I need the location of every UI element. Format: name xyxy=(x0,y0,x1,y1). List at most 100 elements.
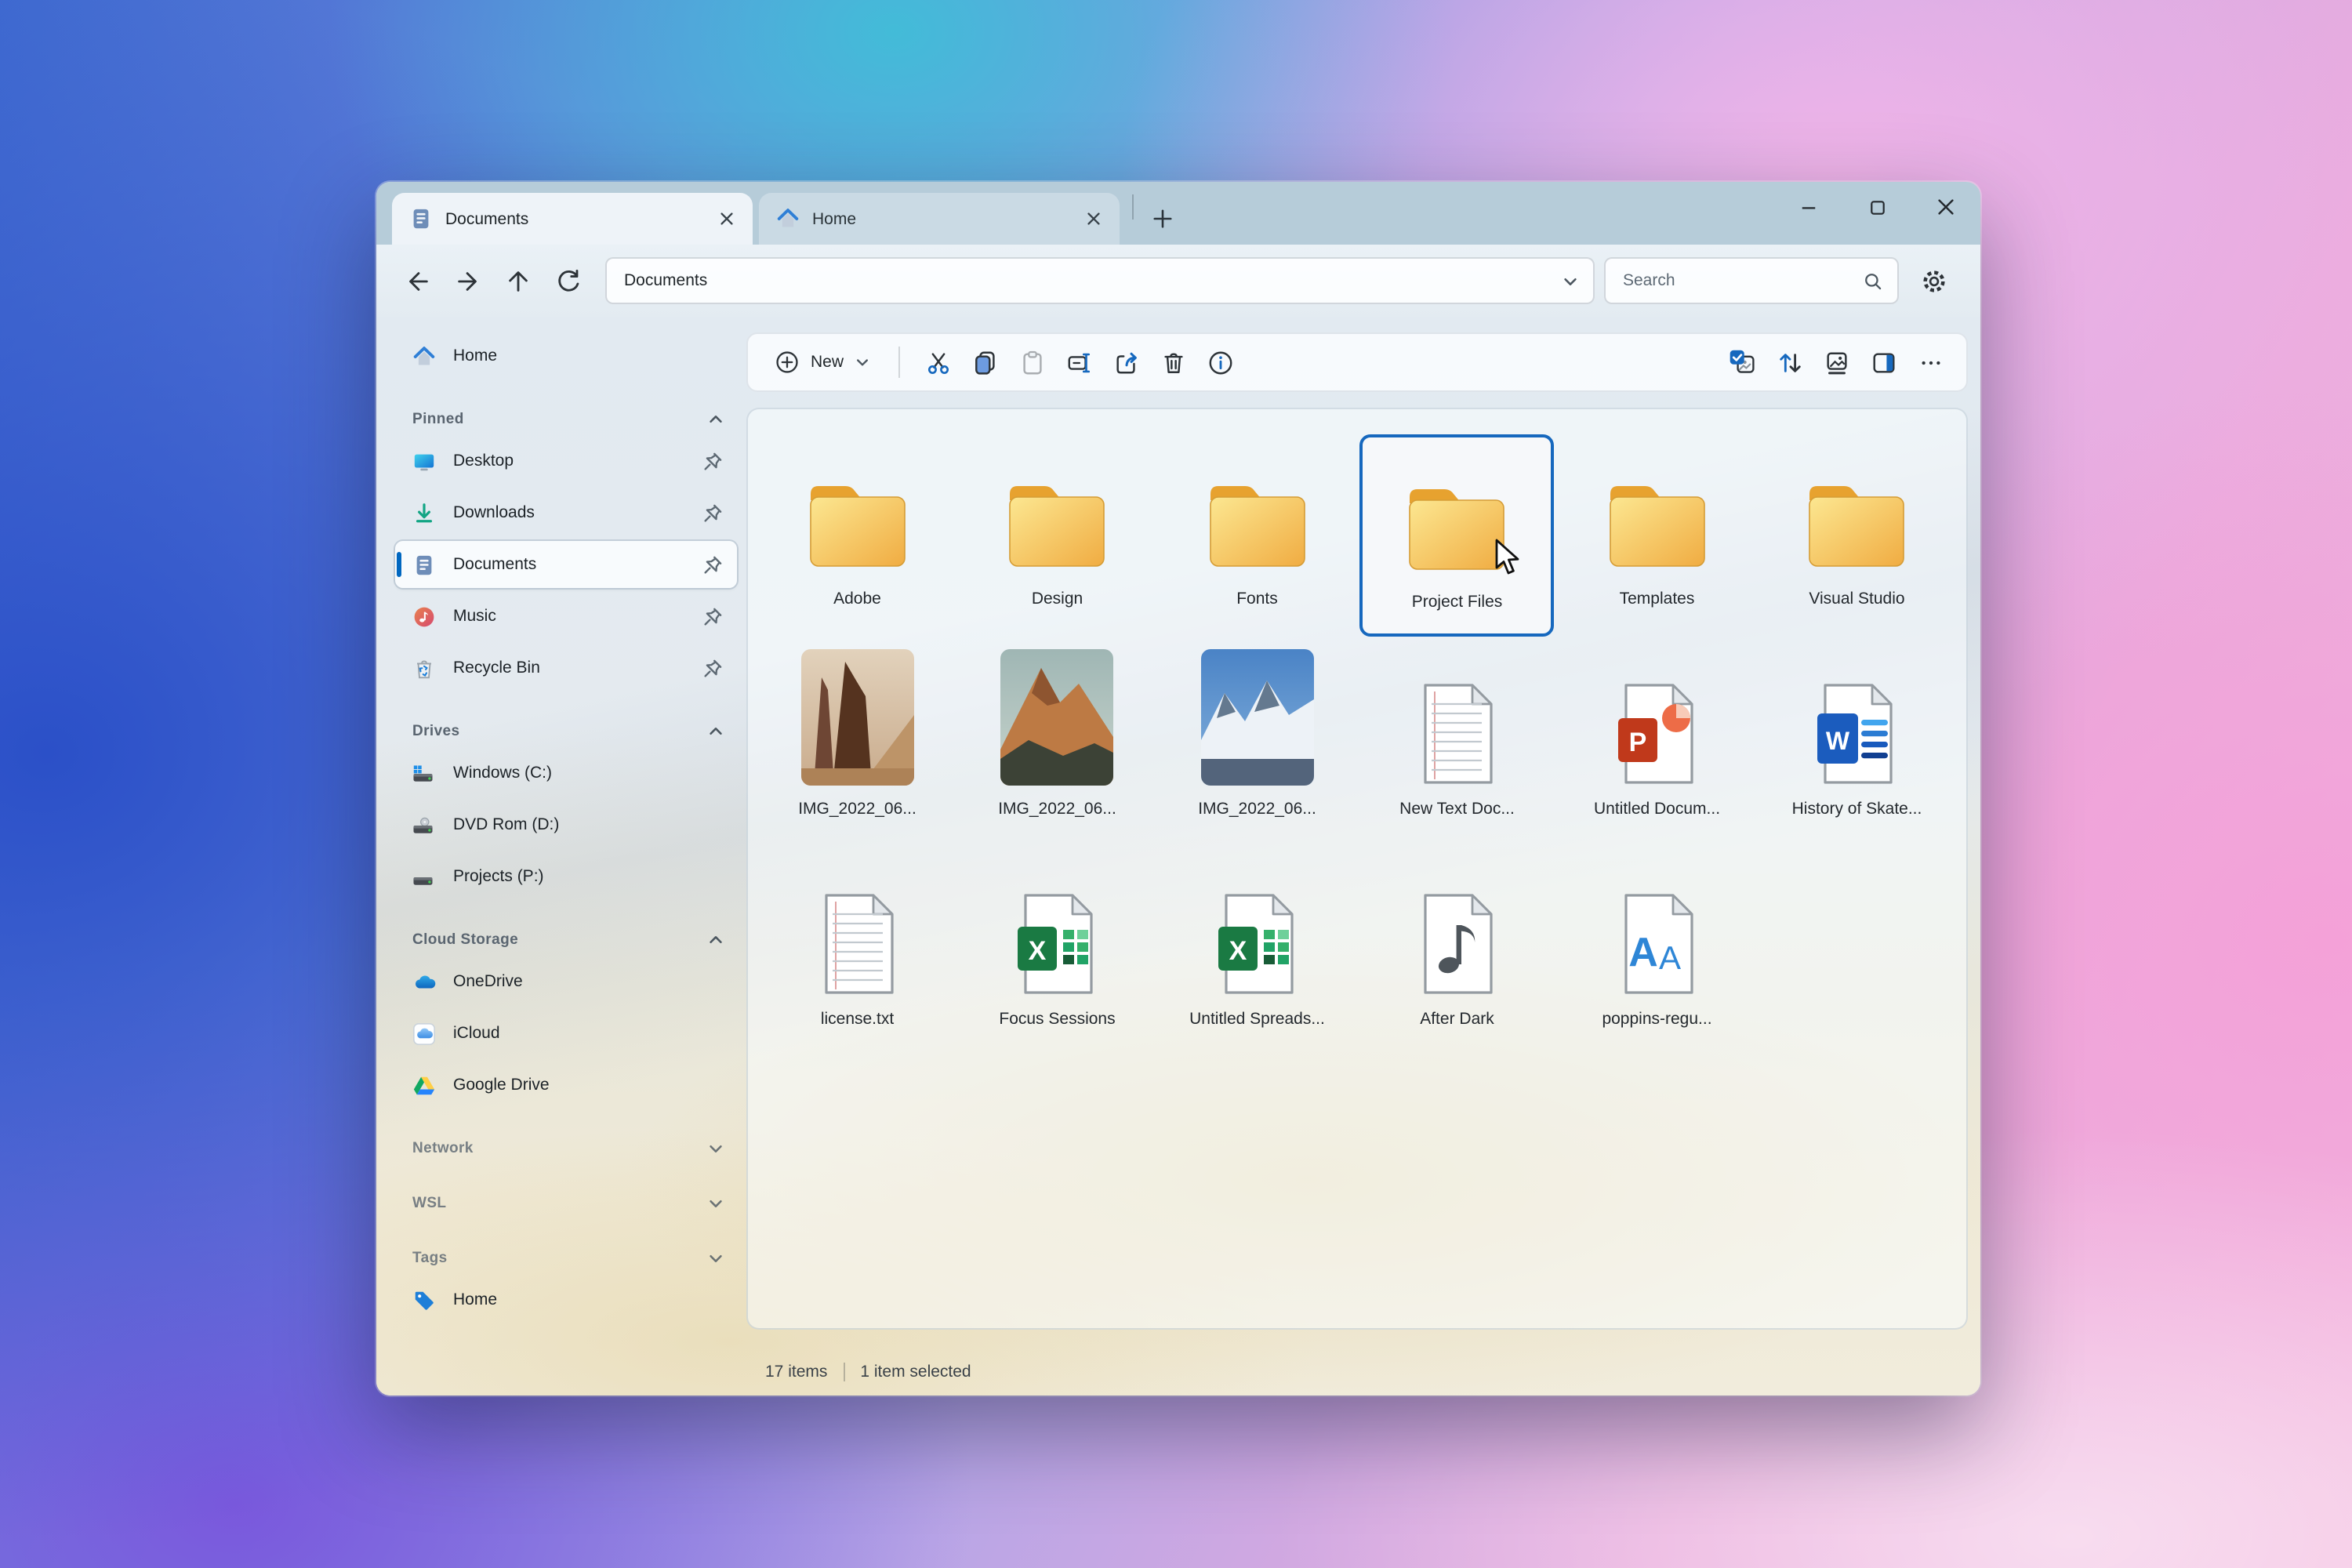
share-button[interactable] xyxy=(1102,340,1149,384)
icloud-icon xyxy=(412,1022,436,1045)
pin-icon[interactable] xyxy=(701,553,724,576)
file-item-focus-sessions[interactable]: X Focus Sessions xyxy=(960,855,1155,1057)
content-area: New xyxy=(746,317,1968,1396)
delete-button[interactable] xyxy=(1149,340,1196,384)
sidebar-item-downloads[interactable]: Downloads xyxy=(395,489,737,536)
chevron-down-icon[interactable] xyxy=(1562,272,1579,289)
new-tab-button[interactable] xyxy=(1143,199,1181,237)
file-grid: Adobe Design Fonts Project Files xyxy=(746,408,1968,1330)
tab-documents[interactable]: Documents xyxy=(392,193,753,245)
sidebar-item-google-drive[interactable]: Google Drive xyxy=(395,1062,737,1109)
copy-button[interactable] xyxy=(961,340,1008,384)
chevron-down-icon[interactable] xyxy=(707,1194,724,1211)
file-item-untitled-document[interactable]: P Untitled Docum... xyxy=(1560,644,1755,847)
maximize-button[interactable] xyxy=(1842,182,1911,232)
sidebar-section-pinned[interactable]: Pinned xyxy=(395,403,737,434)
file-item-after-dark[interactable]: After Dark xyxy=(1360,855,1555,1057)
svg-text:A: A xyxy=(1628,930,1658,975)
chevron-up-icon[interactable] xyxy=(707,931,724,948)
tab-close-icon[interactable] xyxy=(712,205,740,233)
tab-home[interactable]: Home xyxy=(759,193,1120,245)
folder-icon xyxy=(1200,478,1316,575)
file-item-visual-studio[interactable]: Visual Studio xyxy=(1760,434,1955,637)
chevron-up-icon[interactable] xyxy=(707,410,724,427)
close-button[interactable] xyxy=(1911,182,1980,232)
excel-file-icon: X xyxy=(1017,892,1098,996)
address-bar[interactable] xyxy=(605,257,1595,304)
folder-icon xyxy=(1799,478,1915,575)
minimize-button[interactable] xyxy=(1773,182,1842,232)
info-button[interactable] xyxy=(1196,340,1243,384)
search-input[interactable] xyxy=(1620,270,1863,292)
pin-icon[interactable] xyxy=(701,656,724,680)
items-count: 17 items xyxy=(765,1363,827,1381)
sort-button[interactable] xyxy=(1766,340,1813,384)
chevron-up-icon[interactable] xyxy=(707,722,724,739)
sidebar-item-windows-c[interactable]: Windows (C:) xyxy=(395,750,737,797)
tab-close-icon[interactable] xyxy=(1079,205,1107,233)
up-button[interactable] xyxy=(495,259,539,303)
more-button[interactable] xyxy=(1907,340,1954,384)
sidebar-item-home-tag[interactable]: Home xyxy=(395,1276,737,1323)
sidebar-section-tags[interactable]: Tags xyxy=(395,1242,737,1273)
file-item-history-of-skate[interactable]: W History of Skate... xyxy=(1760,644,1955,847)
pin-icon[interactable] xyxy=(701,449,724,473)
more-icon xyxy=(1918,350,1942,374)
sidebar-section-wsl[interactable]: WSL xyxy=(395,1187,737,1218)
new-button[interactable]: New xyxy=(760,340,884,384)
file-item-poppins-regular[interactable]: A A poppins-regu... xyxy=(1560,855,1755,1057)
title-bar-drag-area[interactable] xyxy=(1181,182,1773,245)
file-item-img-2022-06-3[interactable]: IMG_2022_06... xyxy=(1160,644,1355,847)
sidebar-item-dvd-rom-d[interactable]: DVD Rom (D:) xyxy=(395,801,737,848)
file-item-img-2022-06-2[interactable]: IMG_2022_06... xyxy=(960,644,1155,847)
sidebar-item-documents[interactable]: Documents xyxy=(395,541,737,588)
sidebar-item-desktop[interactable]: Desktop xyxy=(395,437,737,485)
desktop-icon xyxy=(412,449,436,473)
file-item-adobe[interactable]: Adobe xyxy=(760,434,955,637)
file-item-license-txt[interactable]: license.txt xyxy=(760,855,955,1057)
sidebar-item-onedrive[interactable]: OneDrive xyxy=(395,958,737,1005)
paste-icon xyxy=(1018,349,1045,376)
file-item-new-text-doc[interactable]: New Text Doc... xyxy=(1360,644,1555,847)
settings-button[interactable] xyxy=(1911,259,1955,303)
photo-thumbnail-alpine xyxy=(1001,649,1114,786)
chevron-down-icon[interactable] xyxy=(707,1139,724,1156)
command-toolbar: New xyxy=(746,332,1968,392)
file-item-project-files[interactable]: Project Files xyxy=(1360,434,1555,637)
file-item-design[interactable]: Design xyxy=(960,434,1155,637)
sidebar-item-recycle-bin[interactable]: Recycle Bin xyxy=(395,644,737,691)
sidebar-section-network[interactable]: Network xyxy=(395,1132,737,1163)
word-file-icon: W xyxy=(1817,682,1898,786)
paste-button[interactable] xyxy=(1008,340,1055,384)
back-button[interactable] xyxy=(395,259,439,303)
up-icon xyxy=(504,267,531,294)
window-controls xyxy=(1773,182,1980,232)
refresh-button[interactable] xyxy=(546,259,590,303)
sidebar-item-projects-p[interactable]: Projects (P:) xyxy=(395,853,737,900)
sidebar-item-icloud[interactable]: iCloud xyxy=(395,1010,737,1057)
excel-file-icon: X xyxy=(1217,892,1298,996)
svg-text:P: P xyxy=(1628,728,1646,757)
select-multiple-button[interactable] xyxy=(1719,340,1766,384)
file-item-templates[interactable]: Templates xyxy=(1560,434,1755,637)
forward-button[interactable] xyxy=(445,259,489,303)
rename-button[interactable] xyxy=(1055,340,1102,384)
file-item-untitled-spreadsheet[interactable]: X Untitled Spreads... xyxy=(1160,855,1355,1057)
details-pane-button[interactable] xyxy=(1860,340,1907,384)
sidebar-item-home[interactable]: Home xyxy=(395,332,737,379)
pin-icon[interactable] xyxy=(701,501,724,524)
address-input[interactable] xyxy=(621,270,1562,292)
sidebar-section-cloud-storage[interactable]: Cloud Storage xyxy=(395,924,737,955)
desktop-wallpaper: Documents Home xyxy=(0,0,2352,1568)
sidebar-section-drives[interactable]: Drives xyxy=(395,715,737,746)
search-box[interactable] xyxy=(1604,257,1899,304)
cut-button[interactable] xyxy=(914,340,961,384)
sidebar-item-music[interactable]: Music xyxy=(395,593,737,640)
view-button[interactable] xyxy=(1813,340,1860,384)
file-item-fonts[interactable]: Fonts xyxy=(1160,434,1355,637)
minimize-icon xyxy=(1799,198,1817,216)
file-item-img-2022-06-1[interactable]: IMG_2022_06... xyxy=(760,644,955,847)
chevron-down-icon[interactable] xyxy=(707,1249,724,1266)
toolbar-divider xyxy=(898,347,900,378)
pin-icon[interactable] xyxy=(701,604,724,628)
